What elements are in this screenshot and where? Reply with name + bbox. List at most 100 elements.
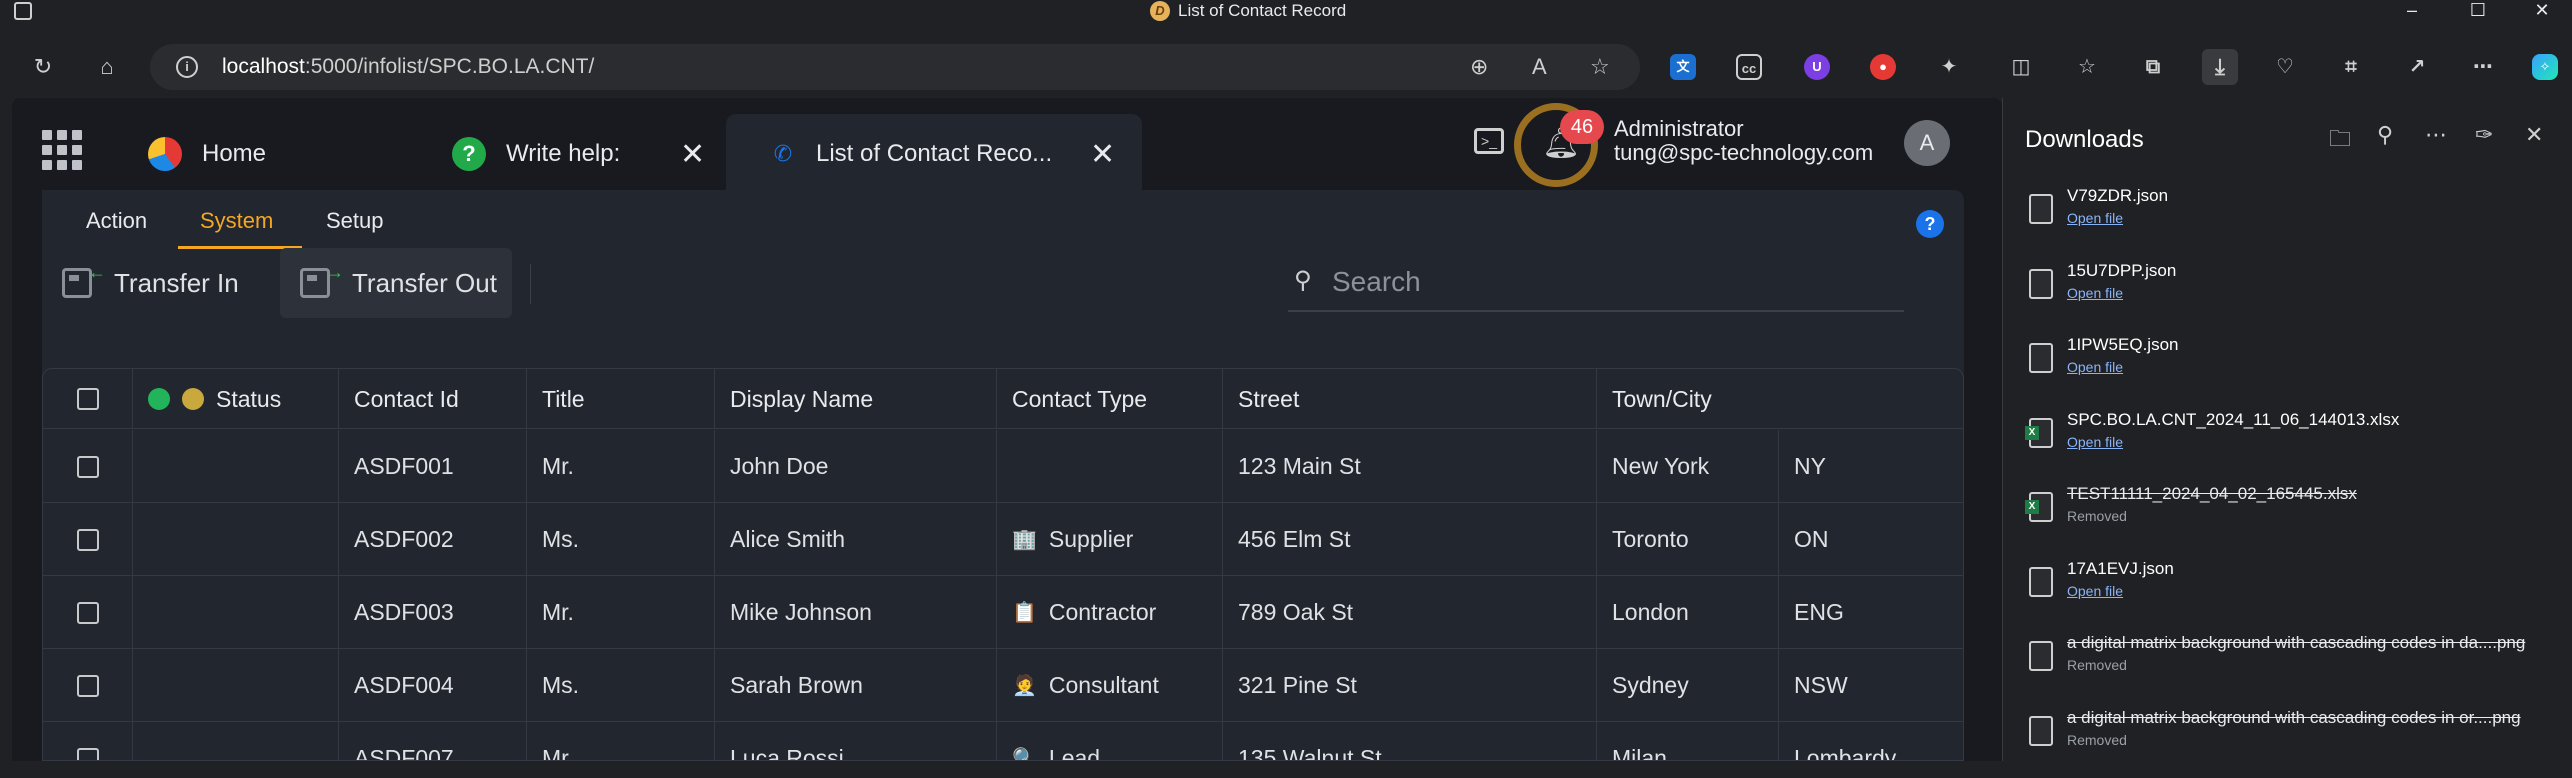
toolbar-divider <box>530 264 531 304</box>
cell-id: ASDF004 <box>339 649 527 722</box>
cell-state: ON <box>1794 526 1829 552</box>
open-folder-icon[interactable]: 🗀︎ <box>2329 122 2351 160</box>
more-icon[interactable]: ⋯ <box>2425 122 2447 148</box>
extension-cc-icon[interactable]: cc <box>1736 54 1762 80</box>
refresh-icon[interactable]: ↻ <box>28 52 58 82</box>
avatar[interactable]: A <box>1904 120 1950 166</box>
download-item[interactable]: 17A1EVJ.json Open file <box>2025 559 2565 629</box>
download-item[interactable]: 15U7DPP.json Open file <box>2025 261 2565 331</box>
split-screen-icon[interactable]: ◫ <box>2008 54 2034 80</box>
tab-contact-list[interactable]: ✆ List of Contact Reco... ✕ <box>726 114 1142 194</box>
extension-translate-icon[interactable]: 文 <box>1670 54 1696 80</box>
maximize-button[interactable]: ☐ <box>2448 0 2508 22</box>
row-checkbox[interactable] <box>77 747 99 760</box>
contact-type-icon: 🏢 <box>1012 529 1037 551</box>
close-tab-icon[interactable]: ✕ <box>1090 137 1115 172</box>
close-panel-icon[interactable]: ✕ <box>2525 122 2543 148</box>
col-street[interactable]: Street <box>1223 369 1597 429</box>
search-downloads-icon[interactable]: ⚲ <box>2377 122 2393 148</box>
status-pending-icon <box>182 388 204 410</box>
menu-tab-setup[interactable]: Setup <box>326 208 384 234</box>
help-icon[interactable]: ? <box>1916 210 1944 238</box>
search-placeholder: Search <box>1332 266 1421 297</box>
row-checkbox[interactable] <box>77 601 99 624</box>
cell-name: Alice Smith <box>715 503 997 576</box>
extensions-puzzle-icon[interactable]: ✦ <box>1936 54 1962 80</box>
extension-red-icon[interactable]: ● <box>1870 54 1896 80</box>
table-row[interactable]: ASDF002 Ms. Alice Smith 🏢 Supplier 456 Elm St… <box>43 503 1963 576</box>
tab-write-help[interactable]: ? Write help: ✕ <box>452 114 722 194</box>
terminal-icon[interactable]: >_ <box>1474 128 1504 154</box>
cell-title: Ms. <box>527 649 715 722</box>
tab-home[interactable]: Home <box>148 114 428 194</box>
open-file-link[interactable]: Open file <box>2067 583 2123 599</box>
cell-city: London <box>1597 576 1779 649</box>
table-row[interactable]: ASDF004 Ms. Sarah Brown 🧑‍💼 Consultant 321 Pi… <box>43 649 1963 722</box>
table-row[interactable]: ASDF003 Mr. Mike Johnson 📋 Contractor 789 Oak… <box>43 576 1963 649</box>
col-contact-type[interactable]: Contact Type <box>997 369 1223 429</box>
contact-type-icon: 🔍 <box>1012 748 1037 761</box>
cell-name: Mike Johnson <box>715 576 997 649</box>
row-checkbox[interactable] <box>77 674 99 697</box>
app-launcher-icon[interactable] <box>42 130 82 170</box>
row-checkbox[interactable] <box>77 528 99 551</box>
transfer-in-button[interactable]: ← Transfer In <box>42 248 274 318</box>
collections-icon[interactable]: ⧉ <box>2140 54 2166 80</box>
cell-street: 321 Pine St <box>1223 649 1597 722</box>
favorite-star-icon[interactable]: ☆ <box>1590 54 1610 80</box>
download-item[interactable]: TEST11111_2024_04_02_165445.xlsx Removed <box>2025 484 2565 554</box>
table-row[interactable]: ASDF007 Mr. Luca Rossi 🔍 Lead 135 Walnut St Mi… <box>43 722 1963 761</box>
cell-street: 135 Walnut St <box>1223 722 1597 760</box>
read-aloud-icon[interactable]: A <box>1532 54 1547 80</box>
cell-state: NY <box>1794 453 1826 479</box>
unpin-icon[interactable]: ✑ <box>2475 122 2493 148</box>
site-favicon-icon: D <box>1150 1 1170 21</box>
row-checkbox[interactable] <box>77 455 99 478</box>
downloads-icon[interactable]: ⤓ <box>2202 49 2238 85</box>
zoom-icon[interactable]: ⊕ <box>1470 54 1488 80</box>
title-bar: D List of Contact Record – ☐ ✕ <box>0 0 2572 22</box>
menu-tab-system[interactable]: System <box>200 208 273 234</box>
download-item[interactable]: a digital matrix background with cascadi… <box>2025 708 2565 778</box>
share-icon[interactable]: ↗ <box>2404 54 2430 80</box>
favorites-icon[interactable]: ☆ <box>2074 54 2100 80</box>
browser-toolbar: ↻ ⌂ i localhost:5000/infolist/SPC.BO.LA.… <box>0 36 2572 96</box>
browser-essentials-icon[interactable]: ♡ <box>2272 54 2298 80</box>
address-bar[interactable]: i localhost:5000/infolist/SPC.BO.LA.CNT/… <box>150 44 1640 90</box>
extension-purple-icon[interactable]: U <box>1804 54 1830 80</box>
col-title[interactable]: Title <box>527 369 715 429</box>
close-window-button[interactable]: ✕ <box>2512 0 2572 22</box>
open-file-link[interactable]: Open file <box>2067 434 2123 450</box>
copilot-icon[interactable]: ✧ <box>2532 54 2558 80</box>
notification-badge: 46 <box>1560 110 1604 144</box>
minimize-button[interactable]: – <box>2382 0 2442 22</box>
download-item[interactable]: SPC.BO.LA.CNT_2024_11_06_144013.xlsx Open… <box>2025 410 2565 480</box>
url-text[interactable]: localhost:5000/infolist/SPC.BO.LA.CNT/ <box>222 55 594 79</box>
col-town-city[interactable]: Town/City <box>1597 369 1963 429</box>
close-tab-icon[interactable]: ✕ <box>680 137 705 172</box>
table-row[interactable]: ASDF001 Mr. John Doe 123 Main St New York NY <box>43 430 1963 503</box>
site-info-icon[interactable]: i <box>176 56 198 78</box>
download-item[interactable]: a digital matrix background with cascadi… <box>2025 633 2565 703</box>
col-display-name[interactable]: Display Name <box>715 369 997 429</box>
download-item[interactable]: 1IPW5EQ.json Open file <box>2025 335 2565 405</box>
browser-workspace-icon[interactable] <box>14 2 32 20</box>
open-file-link[interactable]: Open file <box>2067 359 2123 375</box>
select-all-cell[interactable] <box>43 369 133 429</box>
download-file-name: a digital matrix background with cascadi… <box>2067 633 2526 652</box>
col-status[interactable]: Status <box>133 369 339 429</box>
row-select-cell <box>43 576 133 649</box>
download-item[interactable]: V79ZDR.json Open file <box>2025 186 2565 256</box>
search-input[interactable]: ⚲ Search <box>1288 254 1904 312</box>
contact-type-cell: 🧑‍💼 Consultant <box>997 649 1223 722</box>
col-contact-id[interactable]: Contact Id <box>339 369 527 429</box>
home-icon[interactable]: ⌂ <box>92 52 122 82</box>
screenshot-icon[interactable]: ⌗ <box>2338 54 2364 80</box>
open-file-link[interactable]: Open file <box>2067 210 2123 226</box>
more-options-icon[interactable]: ⋯ <box>2470 54 2496 80</box>
open-file-link[interactable]: Open file <box>2067 285 2123 301</box>
transfer-out-button[interactable]: → Transfer Out <box>280 248 512 318</box>
select-all-checkbox[interactable] <box>77 388 99 410</box>
menu-tab-action[interactable]: Action <box>86 208 147 234</box>
cell-state: Lombardy <box>1794 745 1897 761</box>
